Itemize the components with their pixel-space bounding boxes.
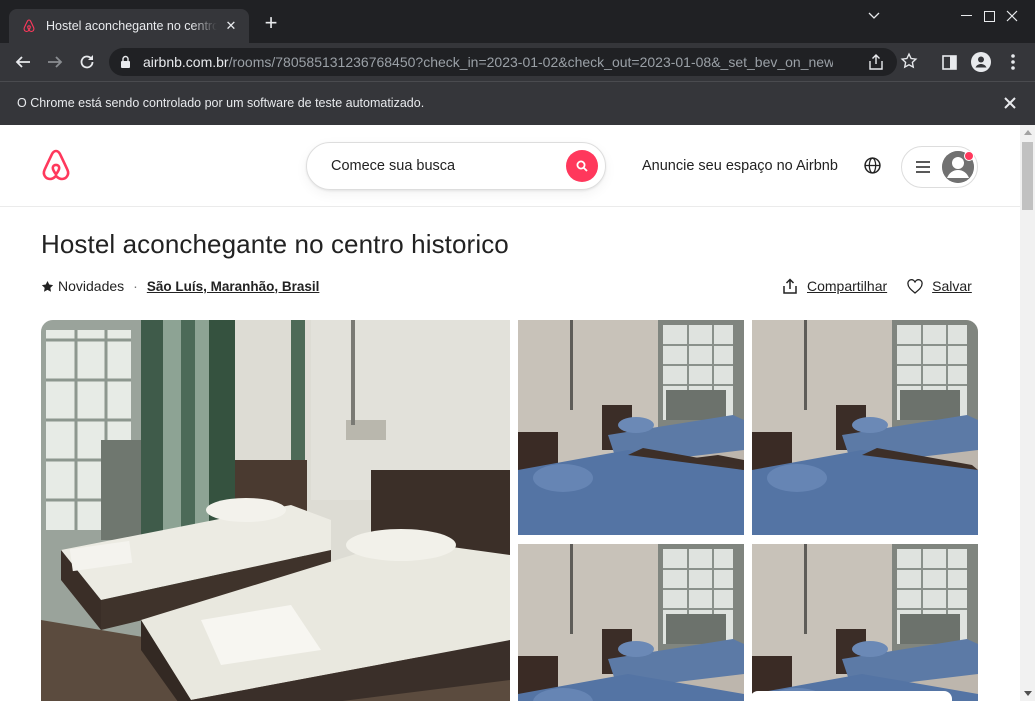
main-photo[interactable] — [41, 320, 510, 701]
gallery-photo-2[interactable] — [752, 320, 978, 535]
infobar-close-icon[interactable] — [1002, 95, 1018, 111]
search-button[interactable] — [566, 150, 598, 182]
airbnb-logo-icon[interactable] — [40, 149, 72, 183]
listing-title: Hostel aconchegante no centro historico — [41, 229, 509, 259]
scroll-up-arrow-icon[interactable] — [1024, 130, 1032, 135]
close-window-icon[interactable] — [989, 0, 1035, 32]
search-bar[interactable]: Comece sua busca — [306, 142, 606, 190]
tab-search-chevron-icon[interactable] — [851, 0, 897, 32]
site-header: Comece sua busca Anuncie seu espaço no A… — [0, 125, 1020, 207]
scrollbar-thumb[interactable] — [1022, 142, 1033, 210]
listing-meta: Novidades · São Luís, Maranhão, Brasil — [41, 276, 319, 296]
gallery-photo-1[interactable] — [518, 320, 744, 535]
notification-dot — [964, 151, 974, 161]
location-link[interactable]: São Luís, Maranhão, Brasil — [147, 279, 320, 294]
browser-tab[interactable]: Hostel aconchegante no centro historico … — [9, 9, 249, 43]
show-all-photos-button[interactable] — [750, 691, 952, 701]
forward-arrow-icon[interactable] — [43, 50, 67, 74]
user-menu-button[interactable] — [901, 146, 978, 188]
lock-icon[interactable] — [120, 55, 131, 69]
star-icon — [41, 280, 54, 292]
chrome-menu-icon[interactable] — [1001, 50, 1025, 74]
page-scrollbar[interactable] — [1020, 125, 1035, 701]
listing-actions: Compartilhar Salvar — [782, 276, 972, 296]
side-panel-icon[interactable] — [937, 50, 961, 74]
tab-close-icon[interactable]: ✕ — [223, 18, 239, 34]
reload-icon[interactable] — [75, 50, 99, 74]
search-placeholder: Comece sua busca — [331, 158, 456, 174]
tab-title: Hostel aconchegante no centro historico — [46, 19, 217, 33]
become-host-link[interactable]: Anuncie seu espaço no Airbnb — [642, 158, 838, 174]
browser-toolbar: airbnb.com.br/rooms/780585131236768450?c… — [0, 43, 1035, 81]
menu-icon — [916, 161, 930, 173]
search-icon — [576, 160, 588, 172]
url-text[interactable]: airbnb.com.br/rooms/780585131236768450?c… — [143, 54, 833, 70]
automation-infobar: O Chrome está sendo controlado por um so… — [0, 81, 1035, 125]
gallery-photo-3[interactable] — [518, 544, 744, 701]
rating-label: Novidades — [58, 278, 125, 294]
scroll-down-arrow-icon[interactable] — [1024, 691, 1032, 696]
back-arrow-icon[interactable] — [11, 50, 35, 74]
photo-gallery — [41, 320, 978, 701]
url-host: airbnb.com.br — [143, 54, 229, 70]
bookmark-star-icon[interactable] — [900, 52, 918, 70]
meta-separator: · — [133, 278, 138, 294]
share-page-icon[interactable] — [867, 53, 885, 71]
page-viewport: Comece sua busca Anuncie seu espaço no A… — [0, 125, 1020, 701]
gallery-photo-4[interactable] — [752, 544, 978, 701]
airbnb-favicon-icon — [23, 19, 35, 33]
url-path: /rooms/780585131236768450?check_in=2023-… — [228, 54, 833, 70]
save-label: Salvar — [932, 278, 972, 294]
profile-icon[interactable] — [969, 50, 993, 74]
address-bar[interactable]: airbnb.com.br/rooms/780585131236768450?c… — [109, 48, 918, 76]
heart-icon — [907, 278, 923, 294]
share-icon — [783, 278, 797, 294]
save-button[interactable]: Salvar — [907, 278, 972, 294]
browser-tab-strip: Hostel aconchegante no centro historico … — [0, 0, 1035, 43]
new-tab-button[interactable]: + — [259, 12, 283, 34]
share-label: Compartilhar — [807, 278, 888, 294]
globe-icon[interactable] — [864, 157, 881, 174]
share-button[interactable]: Compartilhar — [782, 278, 887, 294]
infobar-message: O Chrome está sendo controlado por um so… — [17, 96, 425, 110]
